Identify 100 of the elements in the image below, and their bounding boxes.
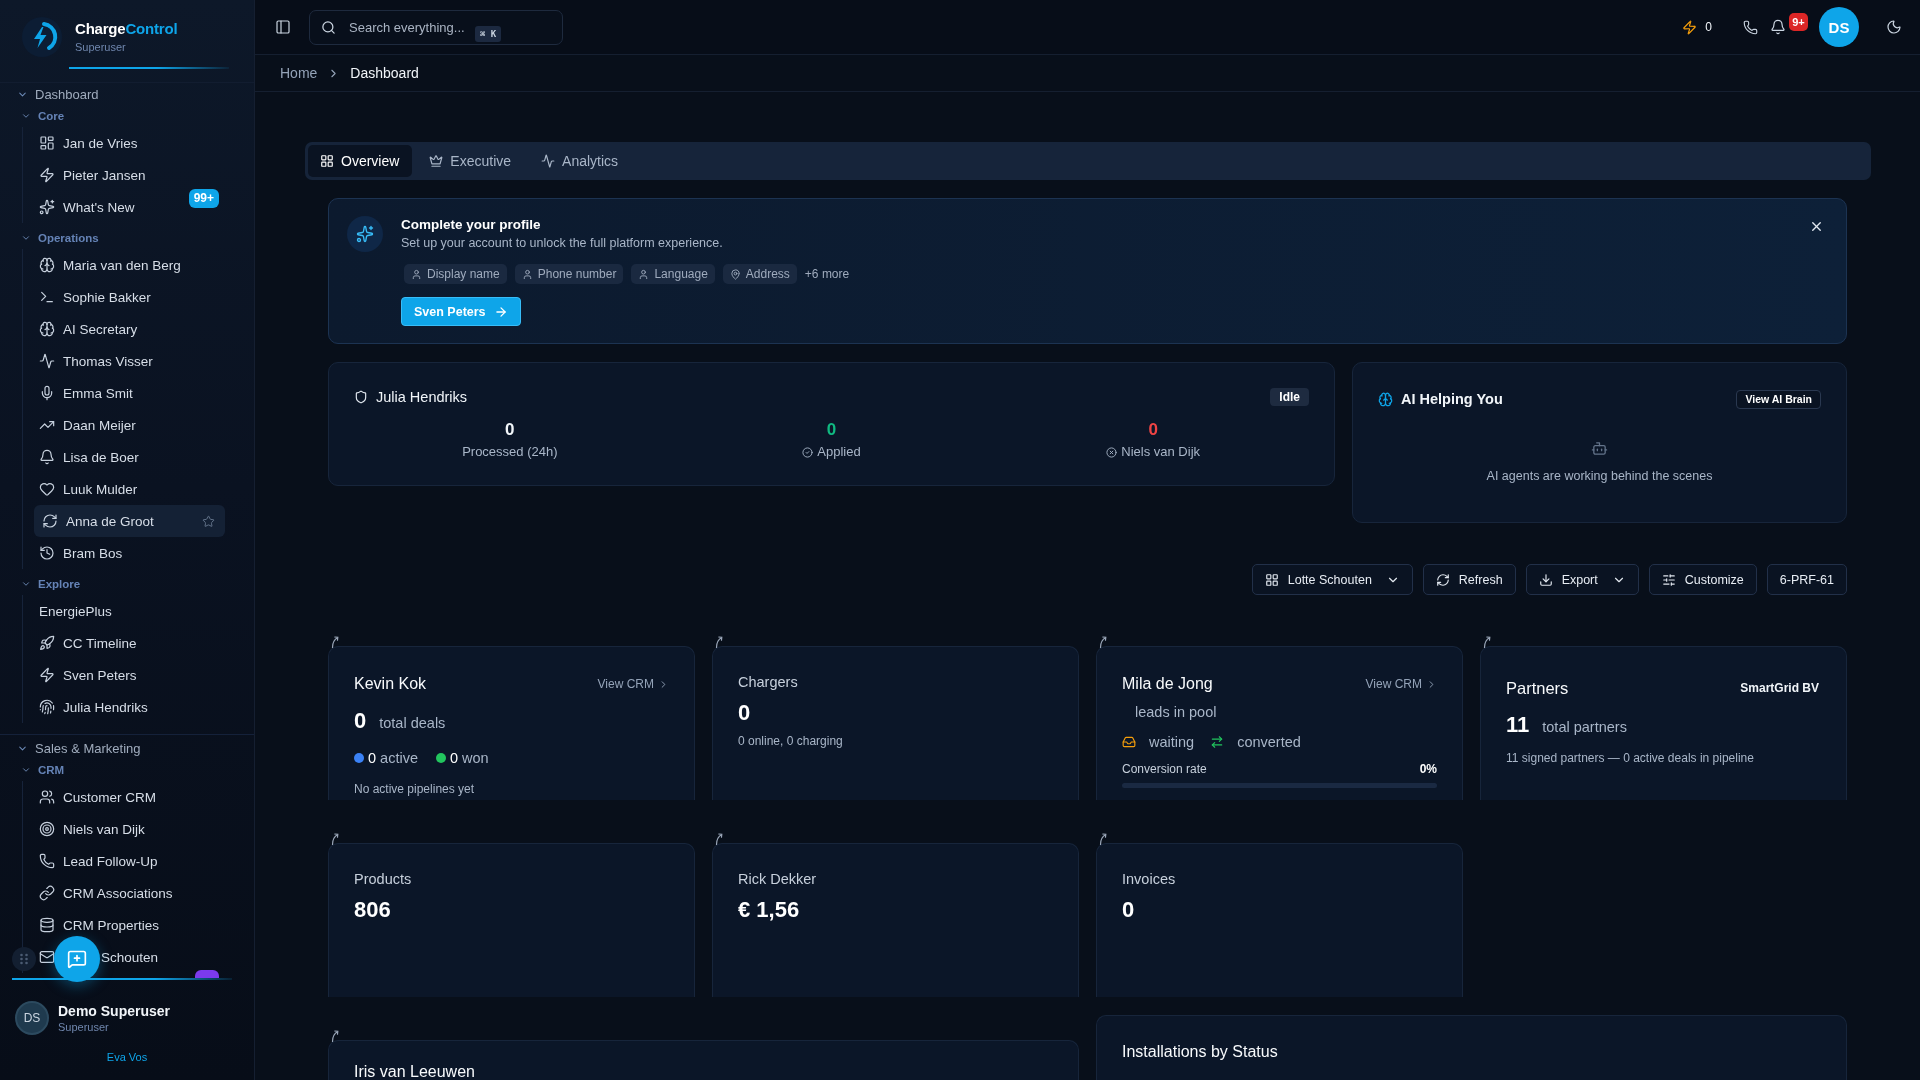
tab[interactable]: Executive (417, 145, 525, 177)
chip-label: Language (654, 267, 708, 281)
search-icon (321, 19, 336, 35)
corner-arrow-icon[interactable] (331, 636, 339, 648)
arrow-right-icon (493, 304, 508, 319)
count-badge: 99+ (188, 189, 219, 208)
card-title: Installations by Status (1122, 1043, 1278, 1061)
nav-item[interactable]: Lisa de Boer (34, 441, 225, 473)
stat-label: Niels van Dijk (1121, 443, 1201, 461)
notification-badge: 9+ (1789, 13, 1808, 31)
nav-item[interactable]: Luuk Mulder (34, 473, 225, 505)
nav-item[interactable]: CRM Properties (34, 909, 225, 941)
group-header[interactable]: CRM (0, 759, 65, 781)
nav-item[interactable]: Jan de Vries (34, 127, 225, 159)
nav-item[interactable]: AI Secretary (34, 313, 225, 345)
group-header[interactable]: Core (0, 105, 65, 127)
corner-arrow-icon[interactable] (1099, 833, 1107, 845)
sparkle-icon (347, 216, 383, 252)
nav-item[interactable]: Maria van den Berg (34, 249, 225, 281)
nav-item[interactable]: Bram Bos (34, 537, 225, 569)
bell-icon (1770, 19, 1786, 35)
tab[interactable]: Analytics (529, 145, 632, 177)
ai-brain-button[interactable]: View AI Brain (1736, 389, 1821, 409)
nav-item[interactable]: Julia Hendriks (34, 691, 225, 723)
star-icon[interactable] (202, 514, 215, 528)
sparkle-icon (39, 199, 55, 215)
corner-arrow-icon[interactable] (715, 636, 723, 648)
nav-item[interactable]: Schouten (34, 941, 225, 973)
footer-link[interactable]: Eva Vos (106, 1050, 148, 1064)
corner-arrow-icon[interactable] (715, 833, 723, 845)
fingerprint-icon (39, 699, 55, 715)
nav-item[interactable]: Sven Peters (34, 659, 225, 691)
card-title: Invoices (1122, 870, 1176, 888)
brain-icon (1378, 391, 1393, 407)
download-icon (1538, 572, 1553, 587)
nav-item[interactable]: Customer CRM (34, 781, 225, 813)
metric-value: 0 (1122, 897, 1135, 923)
corner-arrow-icon[interactable] (1483, 636, 1491, 648)
group-header[interactable]: Operations (0, 227, 99, 249)
stat-label: Processed (24h) (462, 443, 558, 461)
inbox-icon (1122, 735, 1136, 749)
user-role: Superuser (58, 1020, 109, 1034)
refresh-icon (1435, 572, 1450, 587)
card-note: 11 signed partners — 0 active deals in pipeline (1506, 750, 1754, 766)
card-title: Kevin Kok (354, 675, 427, 693)
metric-value: € 1,56 (738, 897, 800, 923)
nav-item[interactable]: Anna de Groot (34, 505, 225, 537)
crown-icon (429, 154, 444, 168)
energy-button[interactable]: 0 (1682, 19, 1712, 35)
chip-label: Address (745, 267, 790, 281)
nav-item[interactable]: Emma Smit (34, 377, 225, 409)
grip-icon[interactable] (12, 947, 36, 971)
sidebar-toggle-button[interactable] (275, 19, 291, 35)
nav-item[interactable]: EnergiePlus (34, 595, 225, 627)
phone-button[interactable] (1743, 19, 1758, 35)
crm-link[interactable]: View CRM (597, 677, 669, 691)
metric-unit: total partners (1542, 718, 1627, 737)
card-title: Julia Hendriks (376, 389, 468, 405)
nav-item[interactable]: Lead Follow-Up (34, 845, 225, 877)
toolbar-dropdown[interactable]: Export (1525, 564, 1639, 595)
nav-item[interactable]: Sophie Bakker (34, 281, 225, 313)
person-icon (521, 268, 533, 280)
person-icon (638, 268, 650, 280)
nav-item[interactable]: Pieter Jansen (34, 159, 225, 191)
close-icon (1809, 219, 1824, 234)
theme-toggle-button[interactable] (1886, 19, 1902, 35)
section-header[interactable]: Sales & Marketing (0, 737, 141, 759)
breadcrumb-link[interactable]: Dashboard (350, 65, 419, 81)
section-header[interactable]: Dashboard (0, 83, 99, 105)
corner-arrow-icon[interactable] (331, 1030, 339, 1042)
crm-link[interactable]: View CRM (1365, 677, 1437, 691)
pulse-icon (541, 154, 556, 168)
toolbar-button[interactable]: Customize (1648, 564, 1757, 595)
toolbar-button[interactable]: Refresh (1422, 564, 1516, 595)
corner-arrow-icon[interactable] (1099, 636, 1107, 648)
nav-item[interactable]: Thomas Visser (34, 345, 225, 377)
card-title: Partners (1506, 678, 1569, 698)
nav-item[interactable]: CRM Associations (34, 877, 225, 909)
robot-icon (1591, 440, 1608, 457)
toolbar-dropdown[interactable]: Lotte Schouten (1251, 564, 1413, 595)
corner-arrow-icon[interactable] (331, 833, 339, 845)
nav-item[interactable]: Niels van Dijk (34, 813, 225, 845)
status-text: waiting (1149, 734, 1195, 750)
toolbar-button[interactable]: 6-PRF-61 (1766, 564, 1847, 595)
tab[interactable]: Overview (308, 145, 413, 177)
lightning-icon (1682, 19, 1698, 35)
breadcrumb-link[interactable]: Home (280, 65, 318, 81)
history-icon (39, 545, 55, 561)
group-header[interactable]: Explore (0, 573, 81, 595)
user-name: Demo Superuser (58, 1002, 171, 1020)
terminal-icon (39, 289, 55, 305)
nav-item[interactable]: What's New 99+ (34, 191, 225, 223)
chat-button[interactable] (54, 936, 100, 982)
close-button[interactable] (1809, 219, 1824, 234)
grid-icon (39, 135, 55, 151)
nav-item[interactable]: Daan Meijer (34, 409, 225, 441)
metric-value: 0 (738, 700, 751, 726)
legend-text: 0 active (368, 750, 418, 766)
nav-item[interactable]: CC Timeline (34, 627, 225, 659)
ai-message: AI agents are working behind the scenes (1486, 468, 1713, 484)
